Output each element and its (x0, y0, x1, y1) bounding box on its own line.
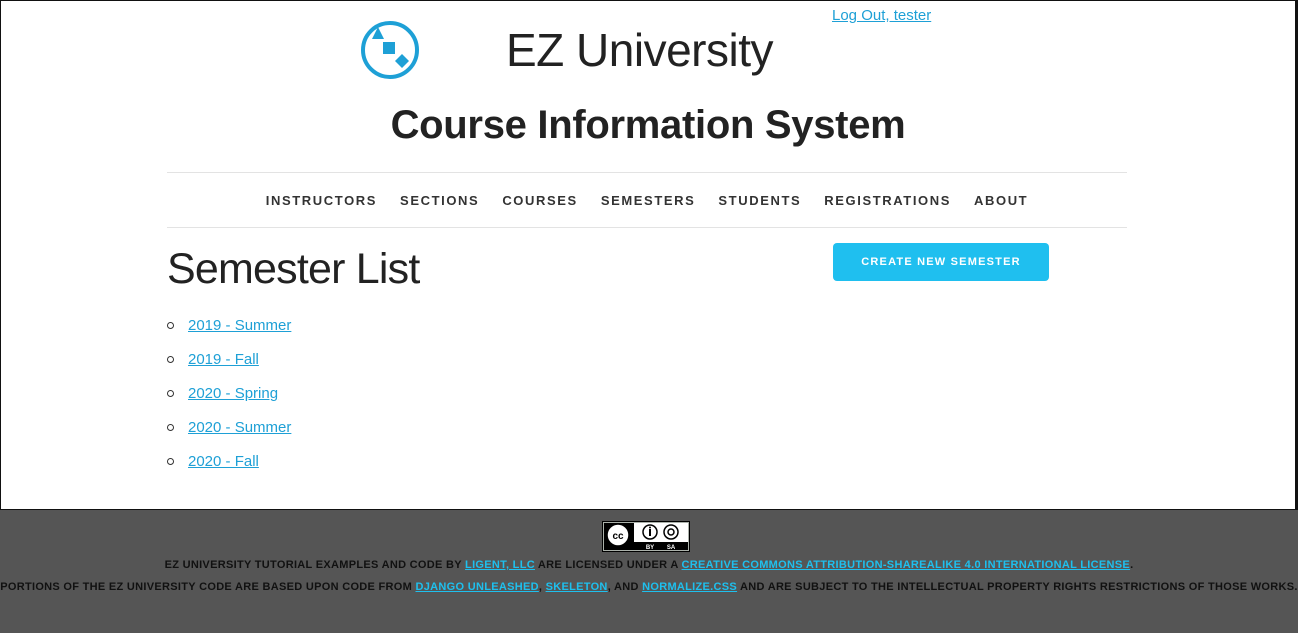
site-title: EZ University (506, 24, 773, 76)
semester-link[interactable]: 2020 - Summer (188, 419, 291, 436)
bullet-icon (167, 390, 174, 397)
site-subtitle: Course Information System (390, 103, 906, 147)
bullet-icon (167, 322, 174, 329)
nav-item-instructors[interactable]: INSTRUCTORS (266, 193, 377, 208)
list-item: 2019 - Fall (167, 350, 291, 384)
svg-text:cc: cc (612, 531, 624, 542)
badge-sa-text: SA (667, 545, 676, 551)
ez-university-logo-icon (361, 21, 419, 79)
semester-link[interactable]: 2020 - Fall (188, 453, 259, 470)
nav-bottom-divider (167, 227, 1127, 228)
logout-link[interactable]: Log Out, tester (832, 7, 931, 24)
skeleton-link[interactable]: Skeleton (546, 581, 608, 593)
nav-top-divider (167, 172, 1127, 173)
nav-item-about[interactable]: ABOUT (974, 193, 1028, 208)
nav-item-sections[interactable]: SECTIONS (400, 193, 479, 208)
main-nav: INSTRUCTORS SECTIONS COURSES SEMESTERS S… (167, 193, 1127, 208)
page: EZ University Log Out, tester Course Inf… (0, 0, 1298, 633)
list-item: 2020 - Fall (167, 452, 291, 486)
create-semester-button[interactable]: CREATE NEW SEMESTER (833, 243, 1049, 281)
nav-item-registrations[interactable]: REGISTRATIONS (824, 193, 951, 208)
cc-license-link[interactable]: Creative Commons Attribution-ShareAlike … (682, 559, 1131, 571)
attribution-notice: Portions of the EZ University code are b… (0, 579, 1298, 596)
license-suffix-text: . (1130, 559, 1134, 571)
attribution-separator: , and (607, 581, 639, 593)
license-notice: EZ University Tutorial Examples and Code… (0, 557, 1298, 574)
attribution-prefix-text: Portions of the EZ University code are b… (0, 581, 413, 593)
normalize-css-link[interactable]: Normalize.css (642, 581, 737, 593)
semester-link[interactable]: 2019 - Fall (188, 351, 259, 368)
ligent-link[interactable]: Ligent, LLC (465, 559, 535, 571)
footer: cc BY SA EZ University Tutorial Examples… (0, 512, 1298, 633)
list-item: 2020 - Spring (167, 384, 291, 418)
cc-by-sa-license-icon[interactable]: cc BY SA (602, 521, 690, 552)
nav-item-students[interactable]: STUDENTS (718, 193, 801, 208)
list-item: 2020 - Summer (167, 418, 291, 452)
nav-item-courses[interactable]: COURSES (502, 193, 578, 208)
bullet-icon (167, 424, 174, 431)
list-item: 2019 - Summer (167, 316, 291, 350)
attribution-suffix-text: and are subject to the intellectual prop… (740, 581, 1298, 593)
bullet-icon (167, 458, 174, 465)
semester-link[interactable]: 2019 - Summer (188, 317, 291, 334)
license-prefix-text: EZ University Tutorial Examples and Code… (164, 559, 462, 571)
license-middle-text: are licensed under a (537, 559, 679, 571)
semester-link[interactable]: 2020 - Spring (188, 385, 278, 402)
content-area: EZ University Log Out, tester Course Inf… (0, 0, 1298, 510)
badge-by-text: BY (646, 545, 654, 551)
page-title: Semester List (167, 245, 420, 293)
bullet-icon (167, 356, 174, 363)
semester-list: 2019 - Summer 2019 - Fall 2020 - Spring … (167, 316, 291, 486)
django-unleashed-link[interactable]: Django Unleashed (415, 581, 538, 593)
nav-item-semesters[interactable]: SEMESTERS (601, 193, 696, 208)
attribution-separator: , (538, 581, 543, 593)
